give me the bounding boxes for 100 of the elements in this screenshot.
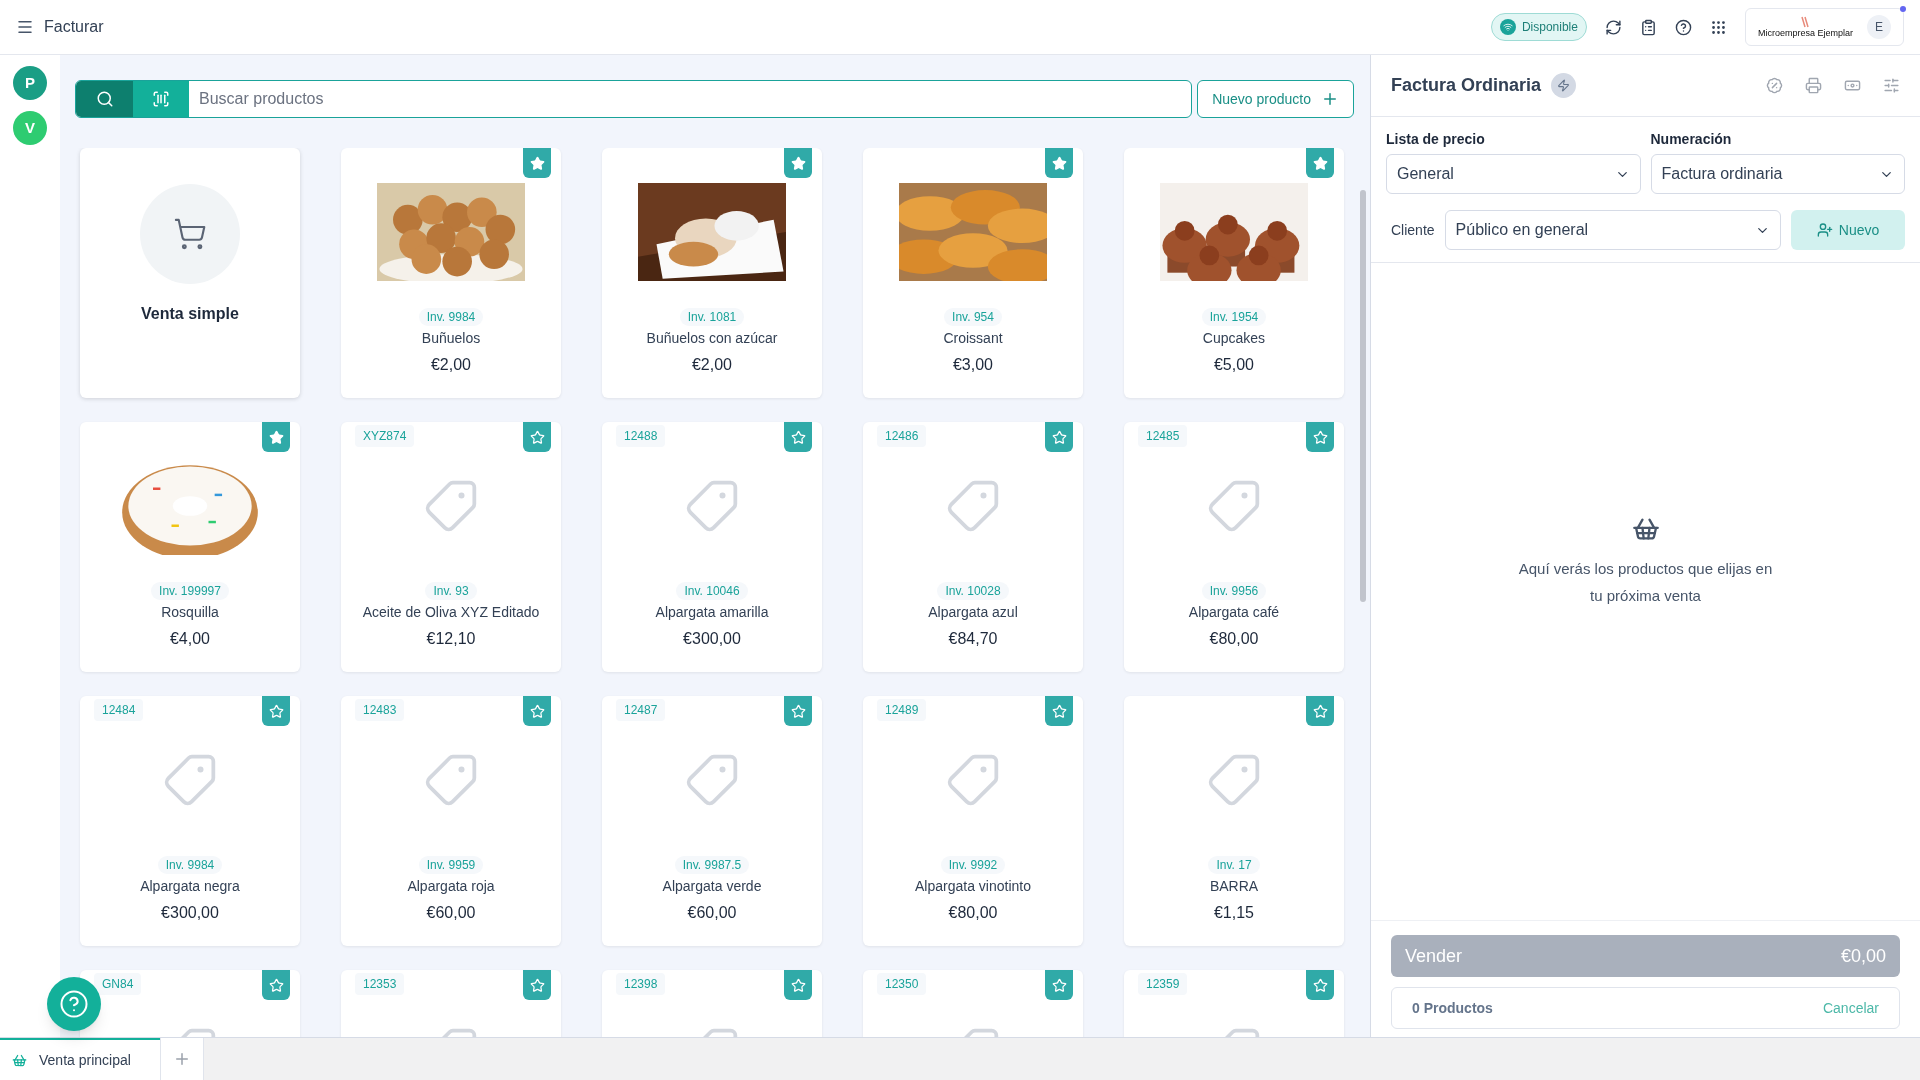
favorite-toggle[interactable]: [1045, 696, 1073, 726]
inventory-badge: Inv. 10046: [676, 582, 748, 600]
product-card[interactable]: Inv. 1081 Buñuelos con azúcar €2,00: [602, 148, 822, 398]
inventory-badge: Inv. 10028: [937, 582, 1009, 600]
search-bar[interactable]: Buscar productos: [75, 80, 1193, 118]
status-badge[interactable]: Disponible: [1490, 13, 1587, 41]
product-name: Alpargata vinotinto: [915, 877, 1031, 896]
product-card[interactable]: 12487 Inv. 9987.5 Alpargata verde €60,00: [602, 696, 822, 946]
favorite-toggle[interactable]: [1045, 970, 1073, 1000]
select-field[interactable]: General: [1386, 154, 1641, 194]
clipboard-icon[interactable]: [1639, 18, 1657, 36]
inventory-badge: Inv. 9956: [1201, 582, 1267, 600]
product-price: €84,70: [948, 629, 998, 649]
favorite-toggle[interactable]: [523, 148, 551, 178]
logo-icon: [1801, 16, 1810, 28]
favorite-toggle[interactable]: [784, 148, 812, 178]
favorite-toggle[interactable]: [262, 696, 290, 726]
invoice-title: Factura Ordinaria: [1391, 74, 1542, 97]
lightning-icon[interactable]: [1557, 79, 1571, 92]
scrollbar[interactable]: [1360, 190, 1366, 602]
barcode-scan-icon: [152, 90, 170, 108]
product-card[interactable]: Inv. 199997 Rosquilla €4,00: [80, 422, 300, 672]
star-icon: [529, 155, 545, 171]
select-field[interactable]: Factura ordinaria: [1650, 154, 1905, 194]
product-card[interactable]: 12484 Inv. 9984 Alpargata negra €300,00: [80, 696, 300, 946]
plus-icon: [1321, 90, 1339, 108]
favorite-toggle[interactable]: [784, 422, 812, 452]
product-card[interactable]: 12488 Inv. 10046 Alpargata amarilla €300,00: [602, 422, 822, 672]
product-code: XYZ874: [355, 425, 415, 447]
user-avatar[interactable]: E: [1867, 15, 1891, 39]
cart-icon: [173, 217, 207, 251]
inventory-badge: Inv. 9984: [418, 308, 484, 326]
inventory-badge: Inv. 9984: [157, 856, 223, 874]
star-icon: [1312, 155, 1328, 171]
favorite-toggle[interactable]: [523, 422, 551, 452]
product-card[interactable]: Inv. 9984 Buñuelos €2,00: [341, 148, 561, 398]
product-card[interactable]: Venta simple: [80, 148, 300, 398]
star-icon: [268, 429, 284, 445]
star-icon: [1051, 703, 1067, 719]
help-icon[interactable]: [1674, 18, 1692, 36]
star-icon: [529, 703, 545, 719]
favorite-toggle[interactable]: [262, 422, 290, 452]
print-icon[interactable]: [1805, 77, 1822, 94]
product-code: 12353: [355, 973, 405, 995]
sale-tab[interactable]: Venta principal: [0, 1038, 160, 1080]
favorite-toggle[interactable]: [1306, 970, 1334, 1000]
favorite-toggle[interactable]: [1306, 696, 1334, 726]
star-icon: [268, 977, 284, 993]
star-icon: [529, 429, 545, 445]
product-name: Alpargata café: [1188, 603, 1280, 622]
favorite-toggle[interactable]: [523, 970, 551, 1000]
product-code: 12398: [616, 973, 666, 995]
star-icon: [1312, 429, 1328, 445]
product-card[interactable]: XYZ874 Inv. 93 Aceite de Oliva XYZ Editado €12,10: [341, 422, 561, 672]
apps-icon[interactable]: [1709, 18, 1727, 36]
menu-icon[interactable]: [16, 18, 34, 36]
favorite-toggle[interactable]: [523, 696, 551, 726]
discount-icon[interactable]: [1766, 77, 1783, 94]
product-code: 12488: [616, 425, 666, 447]
add-tab-icon[interactable]: [173, 1050, 191, 1068]
favorite-toggle[interactable]: [262, 970, 290, 1000]
product-price: €2,00: [430, 355, 471, 375]
star-icon: [790, 703, 806, 719]
inventory-badge: Inv. 1081: [679, 308, 745, 326]
select-field[interactable]: Público en general: [1444, 210, 1781, 250]
favorite-toggle[interactable]: [1045, 422, 1073, 452]
inventory-badge: Inv. 954: [944, 308, 1002, 326]
product-code: 12484: [94, 699, 144, 721]
search-button[interactable]: [76, 81, 133, 117]
new-product-button[interactable]: Nuevo producto: [1197, 80, 1354, 118]
settings-icon[interactable]: [1883, 77, 1900, 94]
favorite-toggle[interactable]: [1306, 422, 1334, 452]
refresh-icon[interactable]: [1604, 18, 1622, 36]
product-price: €2,00: [691, 355, 732, 375]
product-card[interactable]: 12483 Inv. 9959 Alpargata roja €60,00: [341, 696, 561, 946]
product-card[interactable]: 12485 Inv. 9956 Alpargata café €80,00: [1124, 422, 1344, 672]
inventory-badge: Inv. 199997: [151, 582, 229, 600]
product-card[interactable]: Inv. 954 Croissant €3,00: [863, 148, 1083, 398]
product-card[interactable]: Inv. 17 BARRA €1,15: [1124, 696, 1344, 946]
account-menu[interactable]: Microempresa Ejemplar E: [1744, 8, 1904, 46]
favorite-toggle[interactable]: [784, 970, 812, 1000]
scan-button[interactable]: [133, 81, 189, 117]
search-field[interactable]: Buscar productos: [189, 81, 1192, 117]
product-price: €60,00: [687, 903, 737, 923]
product-card[interactable]: Inv. 1954 Cupcakes €5,00: [1124, 148, 1344, 398]
product-name: BARRA: [1209, 877, 1259, 896]
favorite-toggle[interactable]: [1306, 148, 1334, 178]
favorite-toggle[interactable]: [784, 696, 812, 726]
inventory-badge: Inv. 93: [425, 582, 477, 600]
product-card[interactable]: 12486 Inv. 10028 Alpargata azul €84,70: [863, 422, 1083, 672]
basket-icon: [12, 1052, 27, 1068]
favorite-toggle[interactable]: [1045, 148, 1073, 178]
product-price: €60,00: [426, 903, 476, 923]
star-icon: [268, 703, 284, 719]
product-price: €300,00: [683, 629, 741, 649]
product-card[interactable]: 12489 Inv. 9992 Alpargata vinotinto €80,00: [863, 696, 1083, 946]
star-icon: [790, 155, 806, 171]
product-name: Alpargata verde: [662, 877, 762, 896]
product-price: €5,00: [1213, 355, 1254, 375]
product-name: Cupcakes: [1202, 329, 1266, 348]
